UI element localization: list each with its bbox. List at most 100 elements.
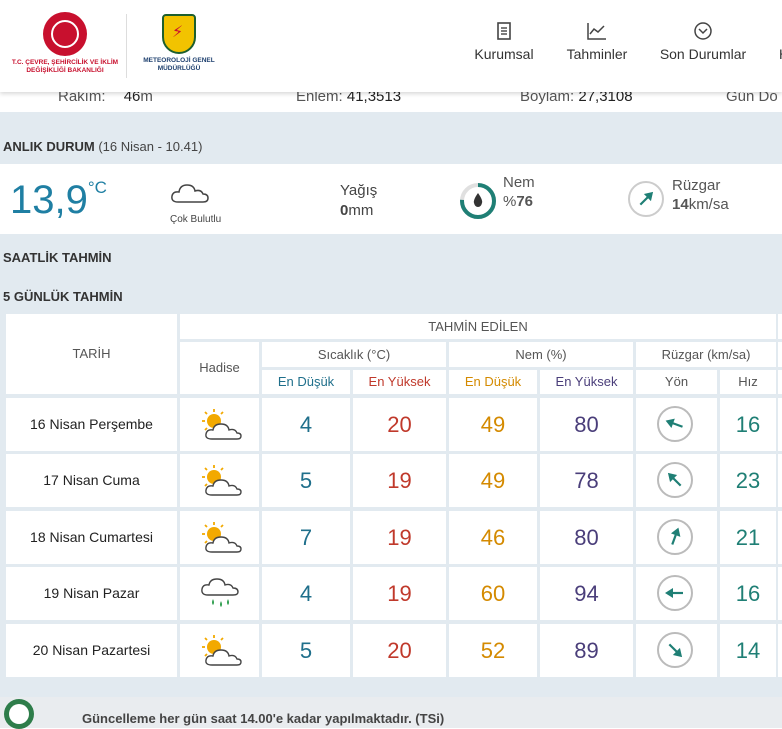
wind-reading: 14km/sa [672,196,729,213]
wind-speed: 16 [720,398,776,451]
temp-low: 7 [262,511,350,564]
temp-low: 4 [262,398,350,451]
col-header-sicaklik: Sıcaklık (°C) [262,342,446,367]
humidity-value: 76 [516,193,534,210]
current-conditions-panel: 13,9°C Çok Bulutlu Yağış 0mm [0,164,782,234]
temp-low: 5 [262,624,350,677]
table-edge [778,454,782,507]
humidity-low: 49 [449,398,537,451]
cloud-icon [171,184,209,203]
met-logo[interactable]: METEOROLOJİ GENEL MÜDÜRLÜĞÜ [138,14,220,73]
update-notice: Güncelleme her gün saat 14.00'e kadar ya… [0,697,782,729]
nav-h[interactable]: H [774,22,782,62]
document-icon [472,22,536,46]
wind-speed: 23 [720,454,776,507]
current-title: ANLIK DURUM [3,139,95,154]
five-day-forecast-title: 5 GÜNLÜK TAHMİN [3,289,123,304]
chevron-circle-icon [656,22,750,46]
partly-cloudy-icon [180,398,259,451]
row-date: 16 Nisan Perşembe [6,398,177,451]
subheader-hum-high: En Yüksek [540,370,633,394]
subheader-temp-low: En Düşük [262,370,350,394]
wind: Rüzgar 14km/sa [672,177,729,213]
nav-kurumsal[interactable]: Kurumsal [472,22,536,62]
humidity-high: 89 [540,624,633,677]
hourly-forecast-title[interactable]: SAATLİK TAHMİN [3,250,112,265]
row-date: 18 Nisan Cumartesi [6,511,177,564]
wind-direction-icon [628,181,664,217]
wind-speed: 16 [720,567,776,620]
subheader-yon: Yön [636,370,717,394]
wind-value: 14 [672,196,689,213]
rain-cloud-icon [180,567,259,620]
humidity-label: Nem [503,174,535,191]
met-logo-text: METEOROLOJİ GENEL MÜDÜRLÜĞÜ [143,57,215,72]
wind-unit: km/sa [688,196,729,213]
col-header-tarih: TARİH [6,314,177,394]
humidity: Nem %76 [503,174,535,210]
col-header-ruzgar: Rüzgar (km/sa) [636,342,776,367]
site-header: T.C. ÇEVRE, ŞEHİRCİLİK VE İKLİM DEĞİŞİKL… [0,0,782,92]
nav-label: Kurumsal [474,46,534,62]
wind-direction-icon [636,567,717,620]
humidity-reading: %76 [503,193,535,210]
nav-label: Tahminler [566,46,628,62]
humidity-low: 60 [449,567,537,620]
chart-icon [561,22,633,46]
nav-label: Son Durumlar [659,46,747,62]
forecast-table: TARİH TAHMİN EDİLEN Hadise Sıcaklık (°C)… [3,314,782,686]
precipitation: Yağış 0mm [340,182,377,219]
humidity-prefix: % [503,193,517,210]
ministry-seal-icon [43,12,87,56]
humidity-ring-icon [460,183,496,219]
precip-reading: 0mm [340,202,377,219]
ministry-logo[interactable]: T.C. ÇEVRE, ŞEHİRCİLİK VE İKLİM DEĞİŞİKL… [10,12,120,84]
condition-label: Çok Bulutlu [170,214,222,225]
nav-son-durumlar[interactable]: Son Durumlar [656,22,750,62]
table-edge [778,314,782,339]
row-date: 17 Nisan Cuma [6,454,177,507]
temperature-value: 13,9 [10,178,88,222]
update-note-text: Güncelleme her gün saat 14.00'e kadar ya… [82,711,445,726]
nav-tahminler[interactable]: Tahminler [561,22,633,62]
humidity-low: 46 [449,511,537,564]
temp-high: 20 [353,624,446,677]
temp-low: 5 [262,454,350,507]
humidity-low: 52 [449,624,537,677]
table-edge [778,567,782,620]
temp-low: 4 [262,567,350,620]
ministry-logo-text: T.C. ÇEVRE, ŞEHİRCİLİK VE İKLİM DEĞİŞİKL… [11,59,119,74]
partly-cloudy-icon [180,624,259,677]
partly-cloudy-icon [180,511,259,564]
current-time: (16 Nisan - 10.41) [98,139,203,154]
row-date: 19 Nisan Pazar [6,567,177,620]
humidity-high: 80 [540,398,633,451]
nav-spacer [774,22,782,46]
wind-direction-icon [636,624,717,677]
col-header-nem: Nem (%) [449,342,633,367]
table-edge [778,624,782,677]
wind-direction-icon [636,398,717,451]
precip-unit: mm [348,202,374,219]
partly-cloudy-icon [180,454,259,507]
row-date: 20 Nisan Pazartesi [6,624,177,677]
subheader-temp-high: En Yüksek [353,370,446,394]
humidity-high: 80 [540,511,633,564]
current-section-title: ANLIK DURUM (16 Nisan - 10.41) [3,139,202,154]
precip-label: Yağış [340,182,378,199]
subheader-hum-low: En Düşük [449,370,537,394]
table-edge [778,342,782,367]
wind-speed: 14 [720,624,776,677]
header-predicted: TAHMİN EDİLEN [180,314,776,339]
wind-direction-icon [636,511,717,564]
met-shield-icon [162,14,196,54]
temp-high: 19 [353,454,446,507]
temperature-unit: °C [87,177,107,197]
humidity-high: 78 [540,454,633,507]
temp-high: 19 [353,511,446,564]
wind-speed: 21 [720,511,776,564]
subheader-hiz: Hız [720,370,776,394]
temp-high: 19 [353,567,446,620]
table-edge [778,370,782,394]
humidity-high: 94 [540,567,633,620]
